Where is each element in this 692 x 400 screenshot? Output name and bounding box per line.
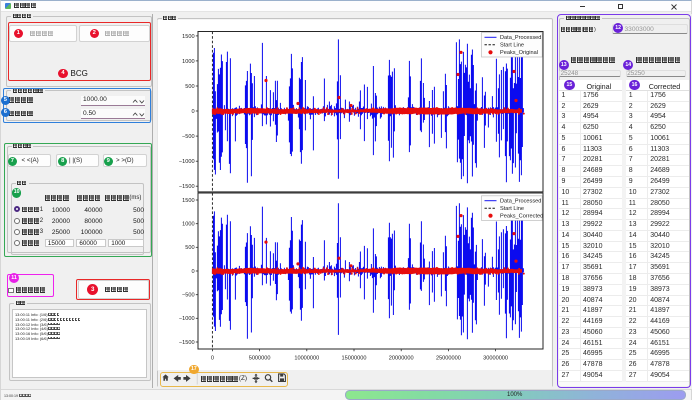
svg-text:0: 0 [191,268,194,274]
svg-text:20000000: 20000000 [389,355,414,361]
svg-text:0: 0 [211,355,214,361]
svg-text:Start Line: Start Line [500,206,524,212]
svg-text:Peaks_Original: Peaks_Original [500,50,538,56]
svg-text:−1000: −1000 [179,159,195,165]
svg-text:0: 0 [191,109,194,115]
svg-text:10000000: 10000000 [294,355,319,361]
svg-text:−1000: −1000 [179,316,195,322]
svg-text:−500: −500 [182,134,195,140]
svg-text:−500: −500 [182,292,195,298]
svg-text:1500: 1500 [182,197,194,203]
svg-text:15000000: 15000000 [342,355,367,361]
svg-text:Data_Processed: Data_Processed [500,198,541,204]
svg-text:Data_Processed: Data_Processed [500,35,541,41]
svg-text:−1500: −1500 [179,184,195,190]
svg-text:Peaks_Corrected: Peaks_Corrected [500,213,543,219]
svg-text:30000000: 30000000 [483,355,508,361]
svg-text:1000: 1000 [182,58,194,64]
svg-text:500: 500 [185,83,194,89]
svg-text:5000000: 5000000 [249,355,271,361]
svg-text:Start Line: Start Line [500,42,524,48]
svg-text:1500: 1500 [182,33,194,39]
svg-text:25000000: 25000000 [436,355,461,361]
svg-text:500: 500 [185,245,194,251]
svg-text:1000: 1000 [182,221,194,227]
svg-text:−1500: −1500 [179,339,195,345]
